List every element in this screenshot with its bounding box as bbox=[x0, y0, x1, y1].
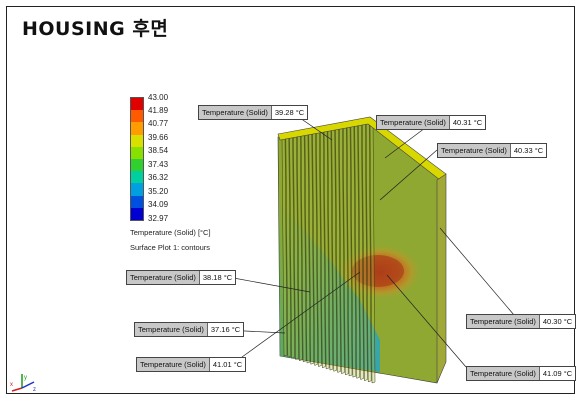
probe-callout[interactable]: Temperature (Solid) 37.16 °C bbox=[134, 322, 245, 337]
legend-color-band bbox=[131, 146, 143, 159]
legend-value: 41.89 bbox=[148, 106, 169, 115]
legend-value: 40.77 bbox=[148, 119, 169, 128]
probe-callout[interactable]: Temperature (Solid) 38.18 °C bbox=[126, 270, 237, 285]
legend-color-band bbox=[131, 110, 143, 123]
probe-label: Temperature (Solid) bbox=[137, 358, 210, 371]
legend-color-band bbox=[131, 98, 143, 111]
probe-value: 39.28 °C bbox=[271, 106, 308, 119]
legend-color-band bbox=[131, 122, 143, 135]
legend-value: 35.20 bbox=[148, 187, 169, 196]
legend-value: 32.97 bbox=[148, 214, 169, 223]
probe-label: Temperature (Solid) bbox=[377, 116, 450, 129]
legend-color-band bbox=[131, 171, 143, 184]
axis-triad-icon: y z x bbox=[10, 374, 36, 393]
legend-color-band bbox=[131, 195, 143, 208]
probe-value: 40.33 °C bbox=[510, 144, 547, 157]
probe-label: Temperature (Solid) bbox=[467, 315, 540, 328]
probe-value: 41.01 °C bbox=[209, 358, 246, 371]
legend-color-band bbox=[131, 158, 143, 172]
probe-callout[interactable]: Temperature (Solid) 40.33 °C bbox=[437, 143, 548, 158]
legend-caption: Temperature (Solid) [°C] bbox=[130, 228, 211, 237]
triad-z-label: z bbox=[33, 387, 36, 393]
probe-callout[interactable]: Temperature (Solid) 41.09 °C bbox=[466, 366, 577, 381]
probe-callout[interactable]: Temperature (Solid) 39.28 °C bbox=[198, 105, 309, 120]
probe-value: 40.31 °C bbox=[449, 116, 486, 129]
probe-value: 40.30 °C bbox=[539, 315, 576, 328]
probe-label: Temperature (Solid) bbox=[199, 106, 272, 119]
probe-value: 37.16 °C bbox=[207, 323, 244, 336]
legend-value: 36.32 bbox=[148, 173, 169, 182]
triad-x-label: x bbox=[10, 382, 13, 388]
probe-callout[interactable]: Temperature (Solid) 40.30 °C bbox=[466, 314, 577, 329]
probe-value: 41.09 °C bbox=[539, 367, 576, 380]
probe-label: Temperature (Solid) bbox=[467, 367, 540, 380]
legend-color-bar bbox=[130, 97, 144, 221]
legend-value: 34.09 bbox=[148, 200, 169, 209]
probe-callout[interactable]: Temperature (Solid) 40.31 °C bbox=[376, 115, 487, 130]
probe-callout[interactable]: Temperature (Solid) 41.01 °C bbox=[136, 357, 247, 372]
legend-color-band bbox=[131, 183, 143, 196]
probe-label: Temperature (Solid) bbox=[127, 271, 200, 284]
heatsink-model[interactable] bbox=[0, 0, 583, 402]
probe-label: Temperature (Solid) bbox=[438, 144, 511, 157]
probe-value: 38.18 °C bbox=[199, 271, 236, 284]
legend-color-band bbox=[131, 207, 143, 220]
probe-label: Temperature (Solid) bbox=[135, 323, 208, 336]
legend-color-band bbox=[131, 134, 143, 147]
legend-value: 39.66 bbox=[148, 133, 169, 142]
plot-caption: Surface Plot 1: contours bbox=[130, 243, 211, 252]
legend-value: 37.43 bbox=[148, 160, 169, 169]
legend-value: 38.54 bbox=[148, 146, 169, 155]
triad-y-label: y bbox=[24, 375, 27, 381]
legend-value: 43.00 bbox=[148, 93, 169, 102]
side-plate bbox=[436, 173, 447, 384]
